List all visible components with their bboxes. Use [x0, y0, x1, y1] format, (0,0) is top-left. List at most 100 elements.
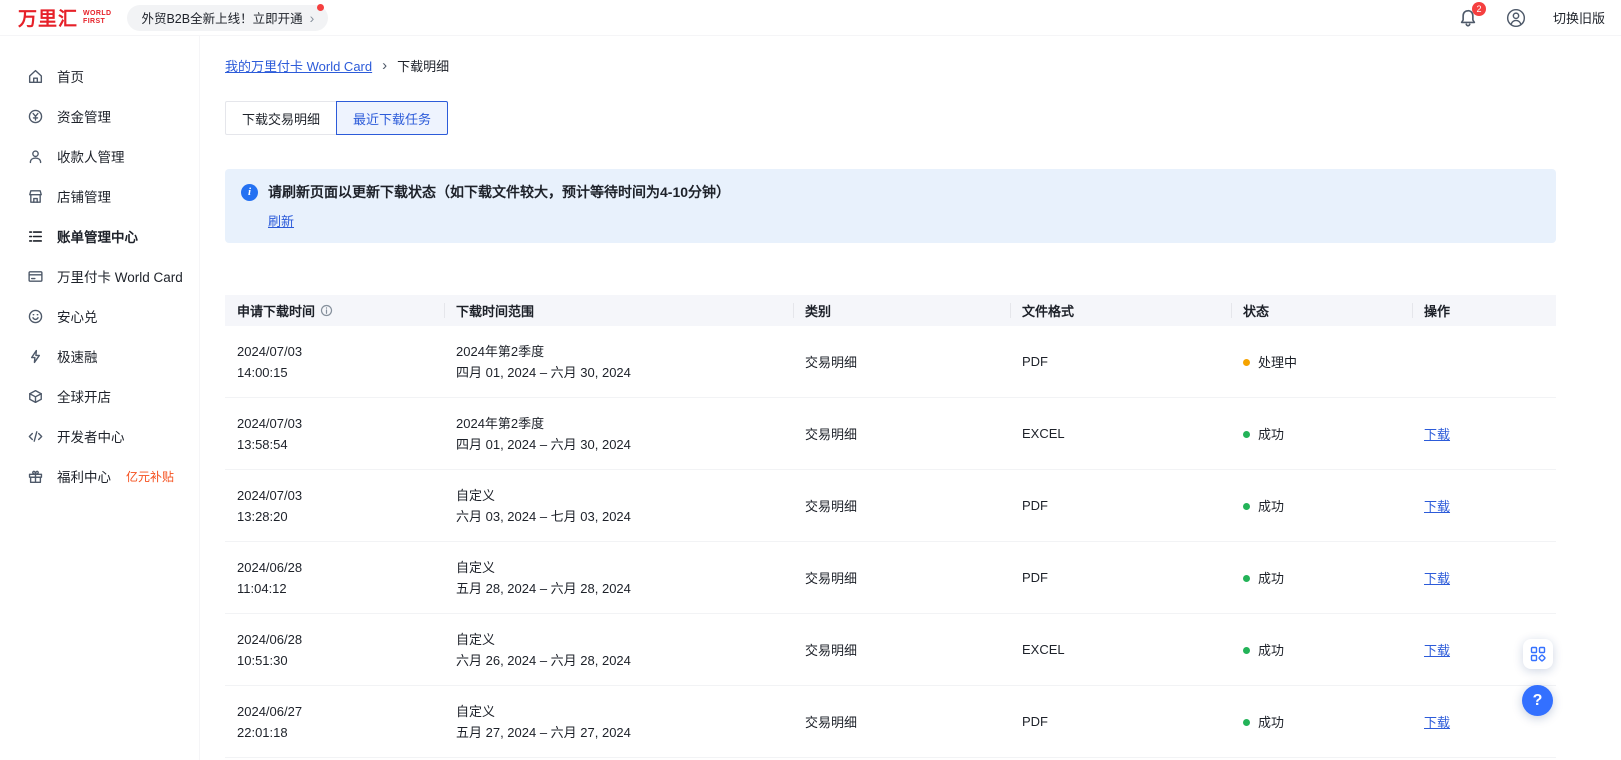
banner-message: 请刷新页面以更新下载状态（如下载文件较大，预计等待时间为4-10分钟）	[268, 182, 730, 202]
switch-old-version-link[interactable]: 切换旧版	[1553, 8, 1605, 27]
funds-icon	[27, 108, 44, 125]
request-date: 2024/07/03	[237, 485, 444, 506]
sidebar-item-label: 极速融	[57, 346, 98, 366]
request-date: 2024/06/28	[237, 629, 444, 650]
refresh-link[interactable]: 刷新	[268, 211, 294, 230]
request-date: 2024/07/03	[237, 341, 444, 362]
file-format: PDF	[1010, 714, 1231, 729]
breadcrumb: 我的万里付卡 World Card › 下载明细	[225, 56, 1556, 75]
grid-icon	[1530, 646, 1546, 662]
sidebar-item-stores[interactable]: 店铺管理	[0, 176, 199, 216]
sidebar-item-benefits[interactable]: 福利中心 亿元补贴	[0, 456, 199, 496]
table-row: 2024/06/2811:04:12 自定义五月 28, 2024 – 六月 2…	[225, 542, 1556, 614]
breadcrumb-current: 下载明细	[397, 56, 449, 75]
request-time: 14:00:15	[237, 362, 444, 383]
info-icon: i	[241, 184, 258, 201]
status-dot	[1243, 359, 1250, 366]
download-tasks-table: 申请下载时间 下载时间范围 类别 文件格式 状态 操作 2024/07/0314…	[225, 295, 1556, 758]
col-header-format: 文件格式	[1010, 295, 1231, 326]
download-tabs: 下载交易明细 最近下载任务	[225, 101, 1556, 135]
sidebar-item-payees[interactable]: 收款人管理	[0, 136, 199, 176]
sidebar-item-label: 安心兑	[57, 306, 98, 326]
sidebar-item-developer[interactable]: 开发者中心	[0, 416, 199, 456]
notification-dot	[317, 4, 324, 11]
table-header-row: 申请下载时间 下载时间范围 类别 文件格式 状态 操作	[225, 295, 1556, 326]
category: 交易明细	[793, 424, 1010, 443]
sidebar-item-label: 收款人管理	[57, 146, 125, 166]
status-text: 成功	[1258, 571, 1284, 586]
sidebar-item-world-card[interactable]: 万里付卡 World Card	[0, 256, 199, 296]
sidebar-item-label: 开发者中心	[57, 426, 125, 446]
tab-download-transactions[interactable]: 下载交易明细	[225, 101, 337, 135]
developer-icon	[27, 428, 44, 445]
sidebar-item-billing-center[interactable]: 账单管理中心	[0, 216, 199, 256]
sidebar-item-label: 店铺管理	[57, 186, 111, 206]
status-dot	[1243, 647, 1250, 654]
file-format: PDF	[1010, 354, 1231, 369]
help-button[interactable]: ?	[1522, 685, 1553, 716]
col-header-range: 下载时间范围	[444, 295, 793, 326]
tab-recent-download-tasks[interactable]: 最近下载任务	[336, 101, 448, 135]
announcement-text: 外贸B2B全新上线！立即开通	[141, 8, 302, 27]
range-dates: 五月 28, 2024 – 六月 28, 2024	[456, 578, 793, 599]
download-link[interactable]: 下载	[1424, 643, 1450, 658]
topbar-actions: 2 切换旧版	[1457, 7, 1605, 29]
benefits-icon	[27, 468, 44, 485]
subsidy-badge: 亿元补贴	[126, 468, 174, 485]
financing-icon	[27, 348, 44, 365]
status-dot	[1243, 575, 1250, 582]
logo-subtext: WORLD FIRST	[83, 10, 111, 25]
status-dot	[1243, 719, 1250, 726]
range-dates: 五月 27, 2024 – 六月 27, 2024	[456, 722, 793, 743]
file-format: EXCEL	[1010, 426, 1231, 441]
request-date: 2024/06/28	[237, 557, 444, 578]
range-type: 2024年第2季度	[456, 341, 793, 362]
quick-menu-button[interactable]	[1523, 639, 1553, 669]
chevron-right-icon: ›	[310, 11, 315, 25]
worldfirst-logo[interactable]: 万里汇 WORLD FIRST	[18, 4, 111, 31]
info-circle-icon[interactable]	[320, 304, 333, 317]
user-icon	[1506, 8, 1526, 28]
status-text: 成功	[1258, 715, 1284, 730]
sidebar-item-label: 资金管理	[57, 106, 111, 126]
status-text: 成功	[1258, 643, 1284, 658]
status-dot	[1243, 431, 1250, 438]
sidebar-item-home[interactable]: 首页	[0, 56, 199, 96]
range-type: 自定义	[456, 701, 793, 722]
request-time: 11:04:12	[237, 578, 444, 599]
top-header: 万里汇 WORLD FIRST 外贸B2B全新上线！立即开通 › 2 切换旧版	[0, 0, 1621, 36]
notifications-button[interactable]: 2	[1457, 7, 1479, 29]
sidebar-item-label: 全球开店	[57, 386, 111, 406]
col-header-status: 状态	[1231, 295, 1412, 326]
range-type: 自定义	[456, 629, 793, 650]
table-row: 2024/06/2722:01:18 自定义五月 27, 2024 – 六月 2…	[225, 686, 1556, 758]
status-text: 成功	[1258, 499, 1284, 514]
sidebar-item-financing[interactable]: 极速融	[0, 336, 199, 376]
download-link[interactable]: 下载	[1424, 499, 1450, 514]
range-dates: 四月 01, 2024 – 六月 30, 2024	[456, 434, 793, 455]
sidebar-item-label: 账单管理中心	[57, 226, 138, 246]
account-button[interactable]	[1505, 7, 1527, 29]
exchange-icon	[27, 308, 44, 325]
sidebar-item-global-store[interactable]: 全球开店	[0, 376, 199, 416]
status-dot	[1243, 503, 1250, 510]
download-link[interactable]: 下载	[1424, 715, 1450, 730]
category: 交易明细	[793, 568, 1010, 587]
range-type: 2024年第2季度	[456, 413, 793, 434]
sidebar-item-funds[interactable]: 资金管理	[0, 96, 199, 136]
sidebar-item-exchange[interactable]: 安心兑	[0, 296, 199, 336]
status-text: 成功	[1258, 427, 1284, 442]
range-type: 自定义	[456, 485, 793, 506]
request-date: 2024/06/27	[237, 701, 444, 722]
request-time: 13:28:20	[237, 506, 444, 527]
category: 交易明细	[793, 712, 1010, 731]
breadcrumb-parent-link[interactable]: 我的万里付卡 World Card	[225, 56, 372, 75]
notification-count-badge: 2	[1472, 2, 1486, 16]
download-link[interactable]: 下载	[1424, 571, 1450, 586]
info-banner: i 请刷新页面以更新下载状态（如下载文件较大，预计等待时间为4-10分钟） 刷新	[225, 169, 1556, 243]
announcement-pill[interactable]: 外贸B2B全新上线！立即开通 ›	[127, 5, 328, 31]
download-link[interactable]: 下载	[1424, 427, 1450, 442]
billing-icon	[27, 228, 44, 245]
request-date: 2024/07/03	[237, 413, 444, 434]
sidebar-nav: 首页 资金管理 收款人管理 店铺管理 账单管理中心 万里付卡 World Car…	[0, 36, 200, 760]
